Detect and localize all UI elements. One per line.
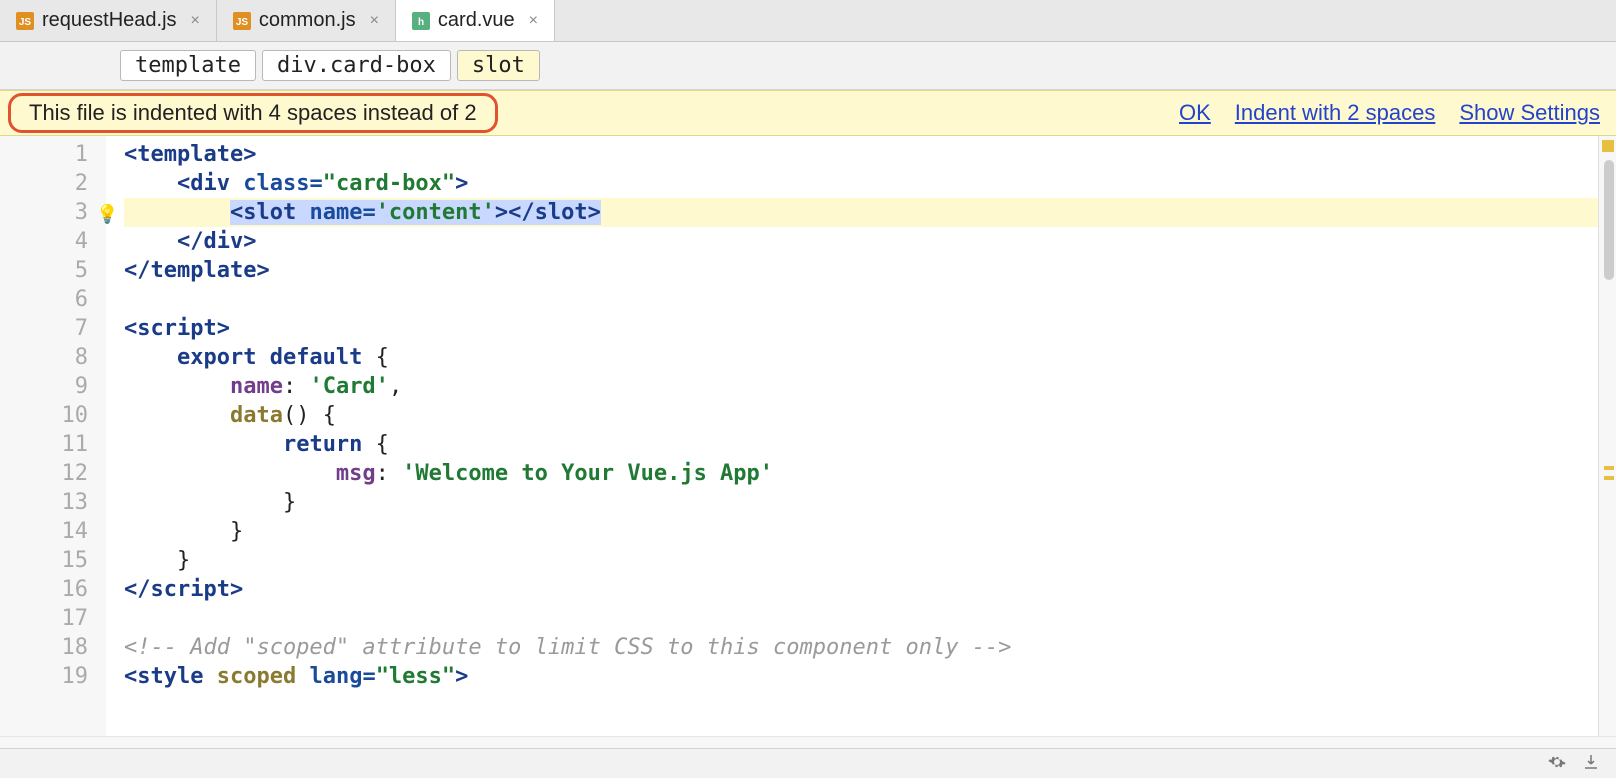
code-line[interactable]: <script> bbox=[124, 314, 1598, 343]
line-number: 9 bbox=[0, 372, 88, 401]
code-line[interactable]: </script> bbox=[124, 575, 1598, 604]
svg-text:h: h bbox=[418, 17, 424, 28]
line-number: 19 bbox=[0, 662, 88, 691]
code-editor[interactable]: 12345678910111213141516171819 <template>… bbox=[0, 136, 1616, 736]
code-line[interactable] bbox=[124, 285, 1598, 314]
code-content[interactable]: <template> <div class="card-box"> 💡<slot… bbox=[106, 136, 1598, 736]
warning-marker[interactable] bbox=[1604, 466, 1614, 470]
line-number: 14 bbox=[0, 517, 88, 546]
notification-action-indent[interactable]: Indent with 2 spaces bbox=[1235, 100, 1436, 126]
line-number: 2 bbox=[0, 169, 88, 198]
svg-text:JS: JS bbox=[19, 17, 32, 28]
code-line[interactable]: return { bbox=[124, 430, 1598, 459]
code-line[interactable]: } bbox=[124, 517, 1598, 546]
code-line[interactable]: <!-- Add "scoped" attribute to limit CSS… bbox=[124, 633, 1598, 662]
code-line[interactable]: } bbox=[124, 546, 1598, 575]
code-line[interactable]: <template> bbox=[124, 140, 1598, 169]
analysis-status-marker[interactable] bbox=[1602, 140, 1614, 152]
tab-card-vue[interactable]: h card.vue × bbox=[396, 0, 555, 41]
line-number: 1 bbox=[0, 140, 88, 169]
line-number: 18 bbox=[0, 633, 88, 662]
vue-file-icon: h bbox=[412, 12, 430, 30]
code-line[interactable]: export default { bbox=[124, 343, 1598, 372]
tab-label: requestHead.js bbox=[42, 9, 177, 32]
line-number: 15 bbox=[0, 546, 88, 575]
notification-action-settings[interactable]: Show Settings bbox=[1459, 100, 1600, 126]
breadcrumb-item[interactable]: div.card-box bbox=[262, 50, 451, 81]
code-line[interactable]: msg: 'Welcome to Your Vue.js App' bbox=[124, 459, 1598, 488]
status-bar bbox=[0, 748, 1616, 778]
code-line[interactable]: </div> bbox=[124, 227, 1598, 256]
line-number: 4 bbox=[0, 227, 88, 256]
line-number: 10 bbox=[0, 401, 88, 430]
editor-marker-strip[interactable] bbox=[1598, 136, 1616, 736]
line-number: 12 bbox=[0, 459, 88, 488]
line-number: 5 bbox=[0, 256, 88, 285]
close-icon[interactable]: × bbox=[370, 12, 379, 30]
code-line[interactable]: 💡<slot name='content'></slot> bbox=[124, 198, 1598, 227]
code-line[interactable]: <div class="card-box"> bbox=[124, 169, 1598, 198]
horizontal-scrollbar[interactable] bbox=[0, 736, 1616, 748]
breadcrumb-item[interactable]: slot bbox=[457, 50, 540, 81]
svg-text:JS: JS bbox=[236, 17, 249, 28]
vertical-scrollbar-thumb[interactable] bbox=[1604, 160, 1614, 280]
line-number: 11 bbox=[0, 430, 88, 459]
breadcrumb-item[interactable]: template bbox=[120, 50, 256, 81]
code-line[interactable]: data() { bbox=[124, 401, 1598, 430]
tab-common[interactable]: JS common.js × bbox=[217, 0, 396, 41]
js-file-icon: JS bbox=[233, 12, 251, 30]
tab-label: card.vue bbox=[438, 9, 515, 32]
download-icon[interactable] bbox=[1582, 753, 1600, 774]
code-line[interactable]: name: 'Card', bbox=[124, 372, 1598, 401]
line-number: 13 bbox=[0, 488, 88, 517]
line-number: 3 bbox=[0, 198, 88, 227]
close-icon[interactable]: × bbox=[191, 12, 200, 30]
line-number: 6 bbox=[0, 285, 88, 314]
gear-icon[interactable] bbox=[1548, 753, 1566, 774]
line-number-gutter: 12345678910111213141516171819 bbox=[0, 136, 106, 736]
code-line[interactable]: </template> bbox=[124, 256, 1598, 285]
line-number: 7 bbox=[0, 314, 88, 343]
warning-marker[interactable] bbox=[1604, 476, 1614, 480]
editor-tabs-bar: JS requestHead.js × JS common.js × h car… bbox=[0, 0, 1616, 42]
tab-requestHead[interactable]: JS requestHead.js × bbox=[0, 0, 217, 41]
line-number: 8 bbox=[0, 343, 88, 372]
breadcrumb-bar: template div.card-box slot bbox=[0, 42, 1616, 90]
notification-message: This file is indented with 4 spaces inst… bbox=[8, 93, 498, 133]
code-line[interactable]: <style scoped lang="less"> bbox=[124, 662, 1598, 691]
line-number: 16 bbox=[0, 575, 88, 604]
line-number: 17 bbox=[0, 604, 88, 633]
code-line[interactable] bbox=[124, 604, 1598, 633]
editor-notification-bar: This file is indented with 4 spaces inst… bbox=[0, 90, 1616, 136]
notification-action-ok[interactable]: OK bbox=[1179, 100, 1211, 126]
close-icon[interactable]: × bbox=[529, 12, 538, 30]
tab-label: common.js bbox=[259, 9, 356, 32]
js-file-icon: JS bbox=[16, 12, 34, 30]
code-line[interactable]: } bbox=[124, 488, 1598, 517]
intention-bulb-icon[interactable]: 💡 bbox=[96, 200, 118, 229]
